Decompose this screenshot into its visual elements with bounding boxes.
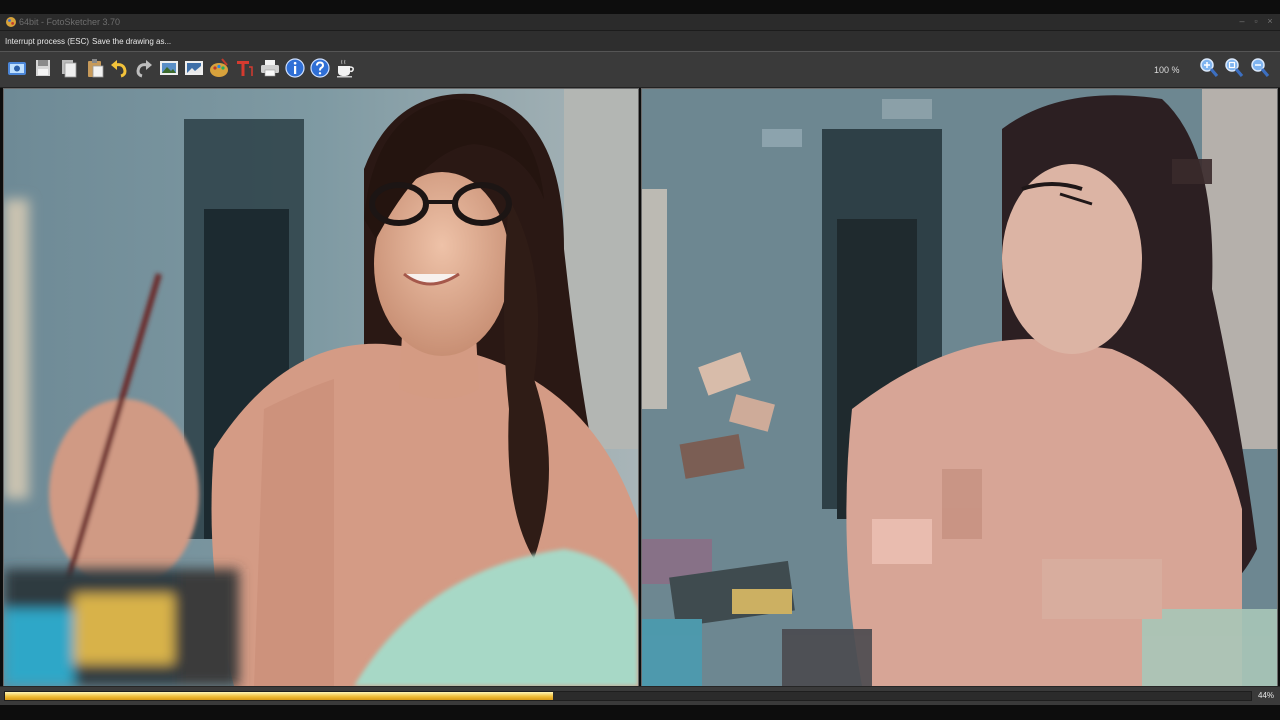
save-icon[interactable] — [32, 57, 54, 79]
coffee-icon[interactable] — [334, 57, 356, 79]
title-bar: 64bit - FotoSketcher 3.70 – ▫ × — [0, 14, 1280, 31]
text-icon[interactable] — [233, 57, 255, 79]
redo-icon[interactable] — [133, 57, 155, 79]
paste-icon[interactable] — [84, 57, 106, 79]
zoom-in-icon[interactable] — [1198, 57, 1220, 79]
save-drawing-as-button[interactable]: Save the drawing as... — [92, 37, 171, 47]
progress-fill — [5, 692, 554, 700]
zoom-fit-icon[interactable] — [1223, 57, 1245, 79]
drawing-panel[interactable] — [641, 88, 1278, 687]
progress-percent: 44% — [1258, 691, 1275, 700]
copy-icon[interactable] — [58, 57, 80, 79]
close-icon[interactable]: × — [1264, 15, 1276, 28]
window-title: 64bit - FotoSketcher 3.70 — [19, 17, 121, 27]
painted-result — [642, 89, 1277, 686]
zoom-out-icon[interactable] — [1249, 57, 1271, 79]
toolbar: 100 % — [0, 51, 1280, 88]
print-icon[interactable] — [259, 57, 281, 79]
info-icon[interactable] — [284, 57, 306, 79]
undo-icon[interactable] — [108, 57, 130, 79]
palette-icon[interactable] — [208, 57, 230, 79]
help-icon[interactable] — [309, 57, 331, 79]
progress-bar — [4, 691, 1252, 701]
original-image-panel[interactable] — [3, 88, 639, 687]
zoom-level: 100 % — [1154, 65, 1180, 75]
minimize-icon[interactable]: – — [1236, 15, 1248, 28]
original-image-icon[interactable] — [158, 57, 180, 79]
restore-icon[interactable]: ▫ — [1250, 15, 1262, 28]
original-photo — [4, 89, 638, 686]
open-image-icon[interactable] — [6, 57, 28, 79]
drawing-icon[interactable] — [183, 57, 205, 79]
command-bar: Interrupt process (ESC) Save the drawing… — [0, 31, 1280, 51]
status-bar: 44% — [0, 686, 1280, 705]
interrupt-process-button[interactable]: Interrupt process (ESC) — [5, 37, 89, 47]
app-icon — [6, 17, 16, 27]
